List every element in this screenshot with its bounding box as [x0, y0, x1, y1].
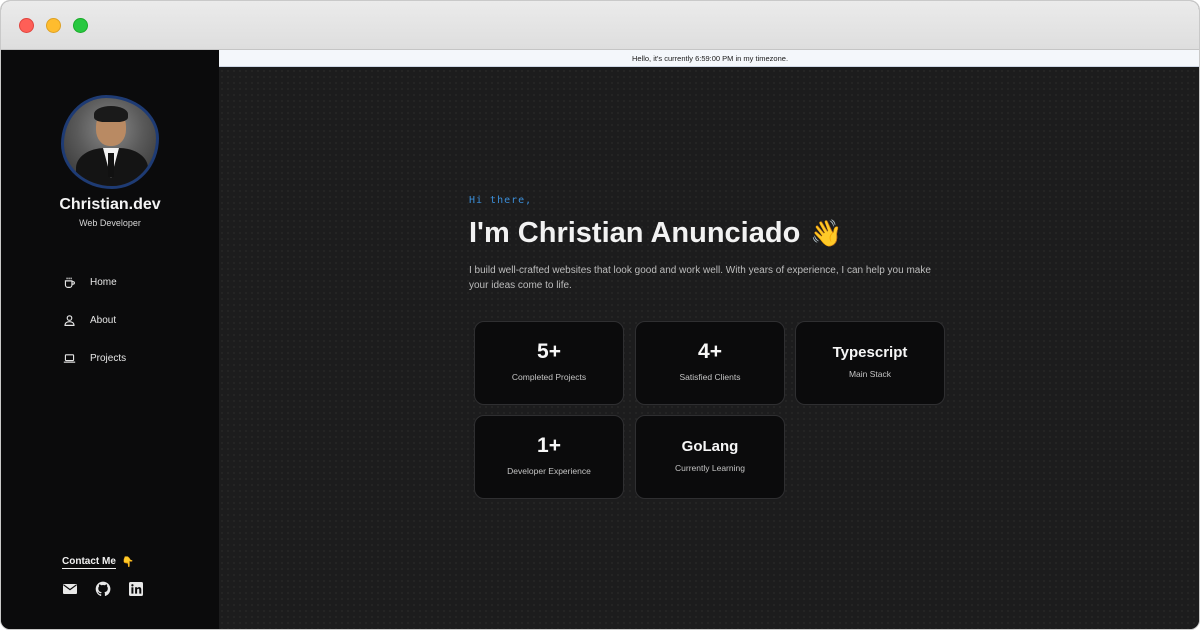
- stat-label: Completed Projects: [511, 372, 587, 382]
- mail-icon[interactable]: [62, 581, 78, 597]
- contact-me: Contact Me 👇: [62, 556, 134, 569]
- browser-window: Christian.dev Web Developer Home About P…: [0, 0, 1200, 630]
- avatar: [61, 95, 159, 189]
- stat-label: Developer Experience: [507, 466, 591, 476]
- main-content: Hello, it's currently 6:59:00 PM in my t…: [219, 50, 1199, 629]
- pointing-down-emoji: 👇: [121, 557, 135, 568]
- stat-label: Satisfied Clients: [679, 372, 741, 382]
- github-icon[interactable]: [95, 581, 111, 597]
- title-bar: [1, 1, 1199, 50]
- minimize-window-button[interactable]: [46, 18, 61, 33]
- hero-name: I'm Christian Anunciado: [469, 217, 801, 249]
- user-icon: [64, 315, 75, 326]
- linkedin-icon[interactable]: [128, 581, 144, 597]
- nav-label-projects: Projects: [90, 353, 127, 364]
- stat-label: Main Stack: [848, 369, 892, 379]
- close-window-button[interactable]: [19, 18, 34, 33]
- timezone-banner: Hello, it's currently 6:59:00 PM in my t…: [219, 50, 1199, 67]
- contact-me-link[interactable]: Contact Me: [62, 556, 116, 569]
- nav-item-projects[interactable]: Projects: [63, 352, 126, 365]
- zoom-window-button[interactable]: [73, 18, 88, 33]
- stat-label: Currently Learning: [675, 463, 745, 473]
- stat-value: Typescript: [832, 344, 908, 361]
- waving-hand-emoji: 👋: [810, 218, 843, 248]
- stat-card-completed-projects: 5+ Completed Projects: [474, 321, 624, 405]
- nav-label-about: About: [90, 315, 117, 326]
- stat-card-currently-learning: GoLang Currently Learning: [635, 415, 785, 499]
- nav-item-home[interactable]: Home: [63, 276, 117, 289]
- nav-label-home: Home: [90, 277, 117, 288]
- nav-item-about[interactable]: About: [63, 314, 116, 327]
- hero-intro: I build well-crafted websites that look …: [469, 265, 931, 291]
- stat-card-developer-experience: 1+ Developer Experience: [474, 415, 624, 499]
- sidebar: Christian.dev Web Developer Home About P…: [1, 50, 219, 629]
- role-subtitle: Web Developer: [79, 218, 141, 228]
- stat-card-main-stack: Typescript Main Stack: [795, 321, 945, 405]
- greeting: Hi there,: [469, 195, 533, 206]
- hero-headline: I'm Christian Anunciado 👋: [469, 217, 843, 250]
- coffee-cup-icon: [64, 277, 75, 288]
- stat-card-satisfied-clients: 4+ Satisfied Clients: [635, 321, 785, 405]
- stat-value: 1+: [537, 434, 561, 457]
- stat-value: GoLang: [681, 438, 739, 455]
- site-brand[interactable]: Christian.dev: [1, 196, 219, 214]
- laptop-icon: [63, 354, 76, 363]
- stat-value: 5+: [537, 340, 561, 363]
- stat-value: 4+: [698, 340, 722, 363]
